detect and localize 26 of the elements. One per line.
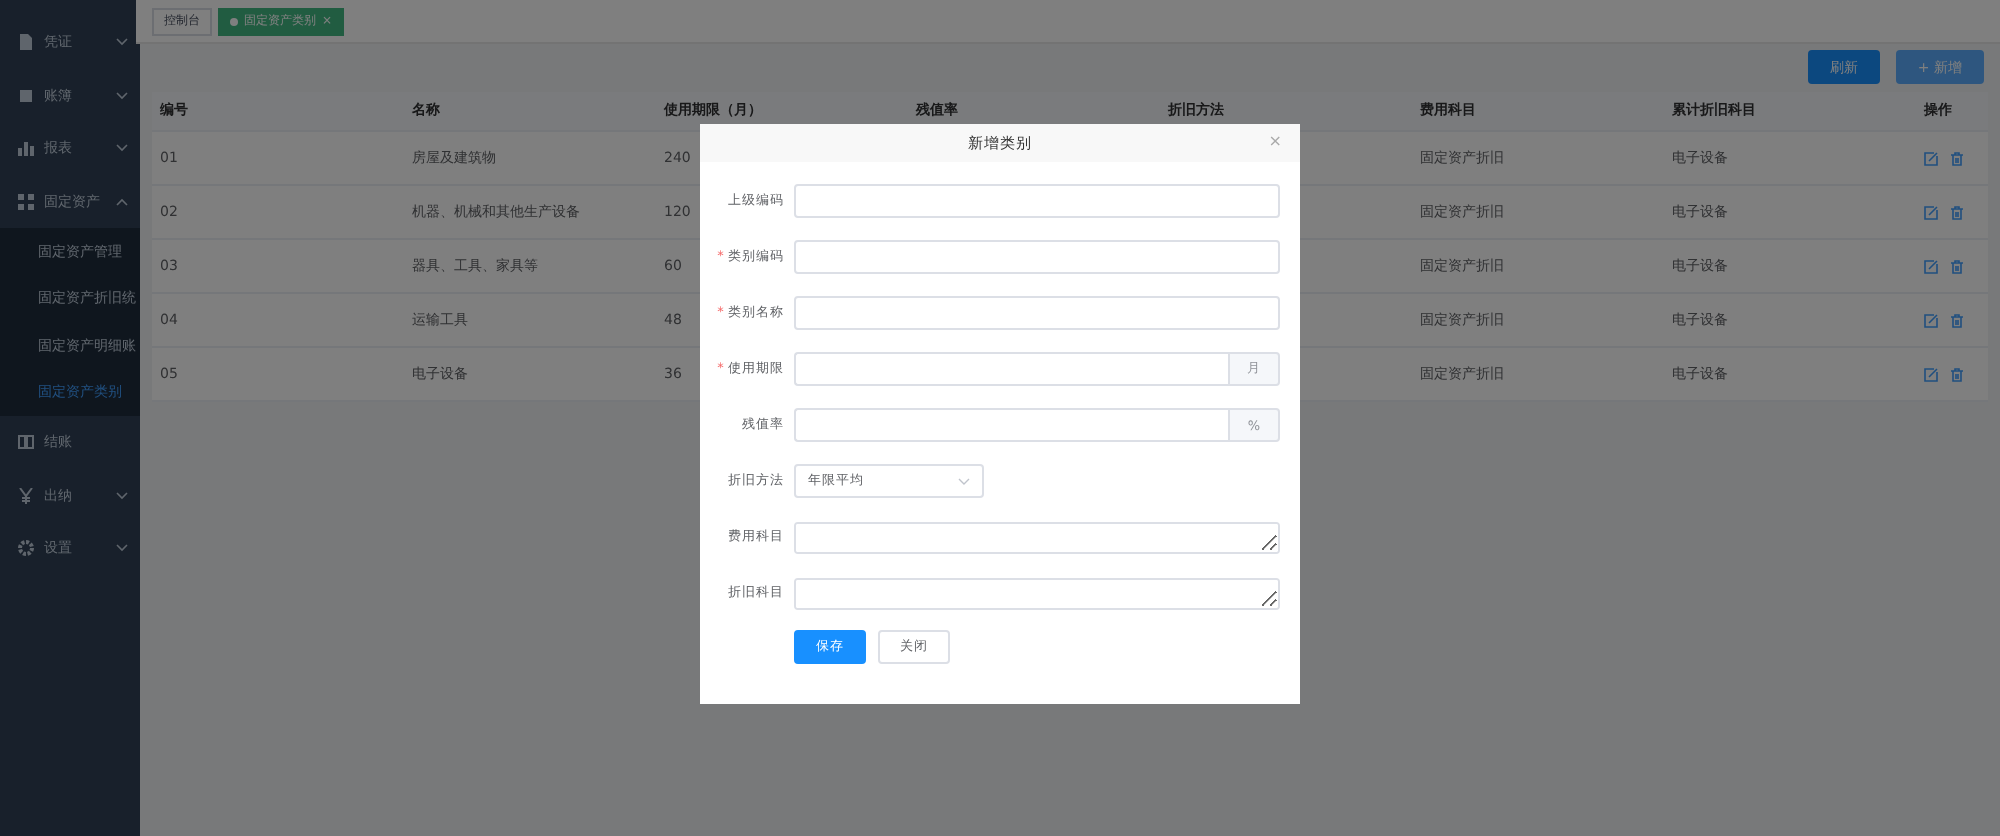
bar-chart-icon — [18, 140, 34, 157]
input-field[interactable] — [794, 296, 1280, 330]
grid-icon — [18, 193, 34, 210]
settings-icon — [18, 540, 34, 557]
trash-icon[interactable] — [1950, 205, 1964, 219]
trash-icon[interactable] — [1950, 367, 1964, 381]
trash-icon[interactable] — [1950, 259, 1964, 273]
chevron-down-icon — [958, 477, 970, 485]
document-icon — [18, 34, 34, 51]
edit-icon[interactable] — [1924, 205, 1938, 219]
input-field[interactable] — [794, 240, 1280, 274]
edit-icon[interactable] — [1924, 151, 1938, 165]
trash-icon[interactable] — [1950, 151, 1964, 165]
book-icon — [18, 87, 34, 104]
textarea-field[interactable] — [794, 521, 1280, 553]
input-field[interactable] — [794, 184, 1280, 218]
edit-icon[interactable] — [1924, 367, 1938, 381]
yen-icon — [18, 487, 34, 504]
trash-icon[interactable] — [1950, 313, 1964, 327]
textarea-field[interactable] — [794, 577, 1280, 609]
edit-icon[interactable] — [1924, 259, 1938, 273]
edit-icon[interactable] — [1924, 313, 1938, 327]
input-field[interactable] — [794, 408, 1228, 442]
input-field[interactable] — [794, 352, 1228, 386]
columns-icon — [18, 434, 34, 451]
close-button[interactable]: × — [1268, 132, 1282, 150]
